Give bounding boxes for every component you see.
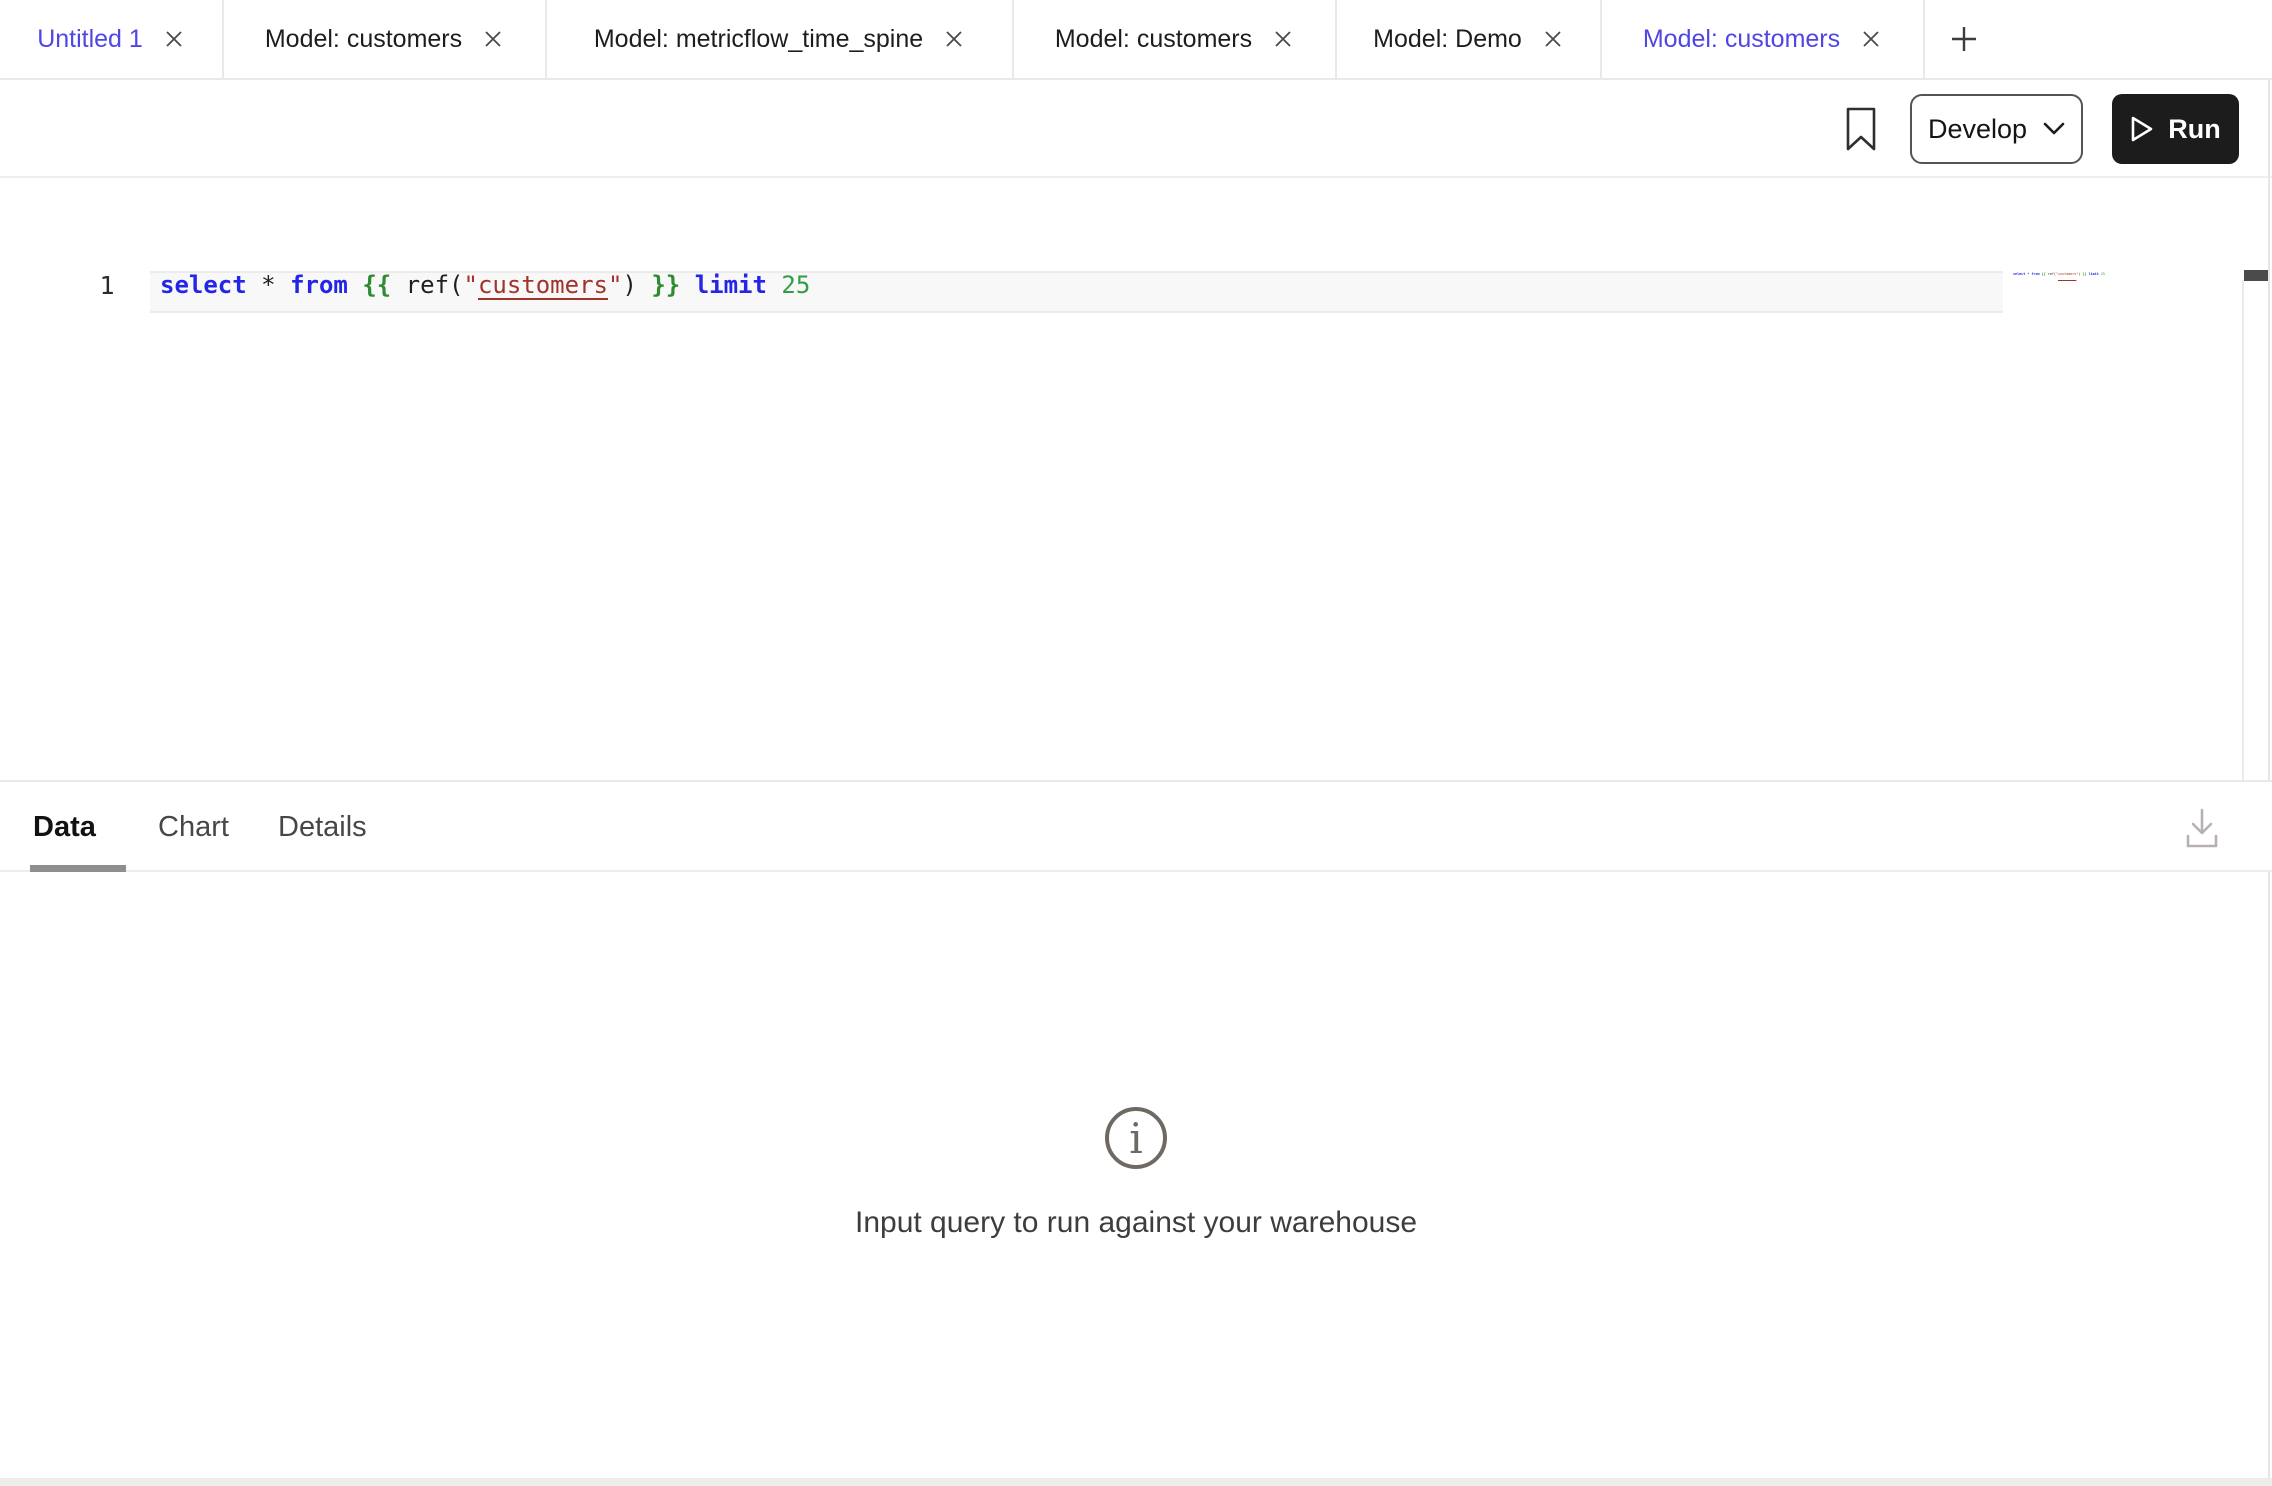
close-icon[interactable] bbox=[1860, 28, 1882, 50]
editor-toolbar: Develop Run bbox=[0, 80, 2272, 178]
line-number: 1 bbox=[84, 271, 130, 313]
minimap-token: select bbox=[2013, 272, 2025, 276]
download-icon bbox=[2180, 804, 2224, 852]
tab-model-metricflow-time-spine[interactable]: Model: metricflow_time_spine bbox=[547, 0, 1014, 78]
bookmark-icon bbox=[1844, 106, 1878, 152]
develop-label: Develop bbox=[1928, 114, 2027, 145]
new-tab-button[interactable] bbox=[1925, 0, 2003, 78]
close-icon[interactable] bbox=[482, 28, 504, 50]
run-label: Run bbox=[2168, 114, 2220, 145]
tab-label: Untitled 1 bbox=[37, 25, 143, 54]
code-token: ) bbox=[622, 271, 636, 299]
minimap-token: limit bbox=[2089, 272, 2099, 276]
minimap-token: from bbox=[2031, 272, 2039, 276]
code-ref-link[interactable]: customers bbox=[478, 271, 608, 299]
code-token bbox=[680, 271, 694, 299]
active-tab-underline bbox=[30, 865, 126, 872]
code-token bbox=[276, 271, 290, 299]
code-token: limit bbox=[695, 271, 767, 299]
minimap-token: customers bbox=[2058, 272, 2076, 276]
tab-label: Model: Demo bbox=[1373, 25, 1522, 54]
sql-editor[interactable]: 1 select * from {{ ref("customers") }} l… bbox=[0, 180, 2272, 780]
tab-label: Model: customers bbox=[1055, 25, 1252, 54]
code-token: ( bbox=[449, 271, 463, 299]
close-icon[interactable] bbox=[1542, 28, 1564, 50]
code-token: " bbox=[463, 271, 477, 299]
code-token: * bbox=[261, 271, 275, 299]
code-token: {{ bbox=[362, 271, 391, 299]
info-icon: i bbox=[1102, 1104, 1170, 1172]
run-button[interactable]: Run bbox=[2112, 94, 2239, 164]
tab-details[interactable]: Details bbox=[278, 782, 367, 872]
editor-tab-bar: Untitled 1 Model: customers Model: metri… bbox=[0, 0, 2272, 80]
close-icon[interactable] bbox=[943, 28, 965, 50]
tab-model-customers-1[interactable]: Model: customers bbox=[224, 0, 547, 78]
minimap-token: 25 bbox=[2101, 272, 2105, 276]
results-tab-bar: Data Chart Details bbox=[0, 780, 2272, 872]
plus-icon bbox=[1949, 24, 1979, 54]
bottom-edge-strip bbox=[0, 1478, 2272, 1486]
tab-model-customers-2[interactable]: Model: customers bbox=[1014, 0, 1337, 78]
close-icon[interactable] bbox=[163, 28, 185, 50]
develop-dropdown-button[interactable]: Develop bbox=[1910, 94, 2083, 164]
code-token: ref bbox=[406, 271, 449, 299]
tab-chart[interactable]: Chart bbox=[158, 782, 229, 872]
svg-text:i: i bbox=[1129, 1114, 1142, 1163]
code-token: from bbox=[290, 271, 348, 299]
tab-untitled-1[interactable]: Untitled 1 bbox=[0, 0, 224, 78]
code-token: }} bbox=[651, 271, 680, 299]
empty-state-message: Input query to run against your warehous… bbox=[0, 1206, 2272, 1240]
tab-label: Model: customers bbox=[265, 25, 462, 54]
code-token bbox=[391, 271, 405, 299]
tab-label: Model: customers bbox=[1643, 25, 1840, 54]
editor-scrollbar-track[interactable] bbox=[2242, 280, 2244, 780]
download-results-button[interactable] bbox=[2180, 804, 2224, 852]
tab-label: Model: metricflow_time_spine bbox=[594, 25, 923, 54]
tab-data[interactable]: Data bbox=[33, 782, 96, 872]
code-token bbox=[348, 271, 362, 299]
tab-model-demo[interactable]: Model: Demo bbox=[1337, 0, 1602, 78]
window-right-border bbox=[2268, 80, 2270, 1478]
editor-minimap: select * from {{ ref("customers") }} lim… bbox=[2013, 267, 2105, 281]
bookmark-button[interactable] bbox=[1844, 106, 1878, 152]
code-line[interactable]: select * from {{ ref("customers") }} lim… bbox=[160, 271, 810, 313]
close-icon[interactable] bbox=[1272, 28, 1294, 50]
code-token bbox=[247, 271, 261, 299]
play-icon bbox=[2130, 115, 2154, 143]
editor-scrollbar-thumb[interactable] bbox=[2244, 270, 2270, 281]
code-token bbox=[767, 271, 781, 299]
chevron-down-icon bbox=[2043, 122, 2065, 136]
code-token: select bbox=[160, 271, 247, 299]
code-token: 25 bbox=[781, 271, 810, 299]
code-token bbox=[637, 271, 651, 299]
code-token: " bbox=[608, 271, 622, 299]
ide-window: Untitled 1 Model: customers Model: metri… bbox=[0, 0, 2272, 1486]
tab-model-customers-3[interactable]: Model: customers bbox=[1602, 0, 1925, 78]
